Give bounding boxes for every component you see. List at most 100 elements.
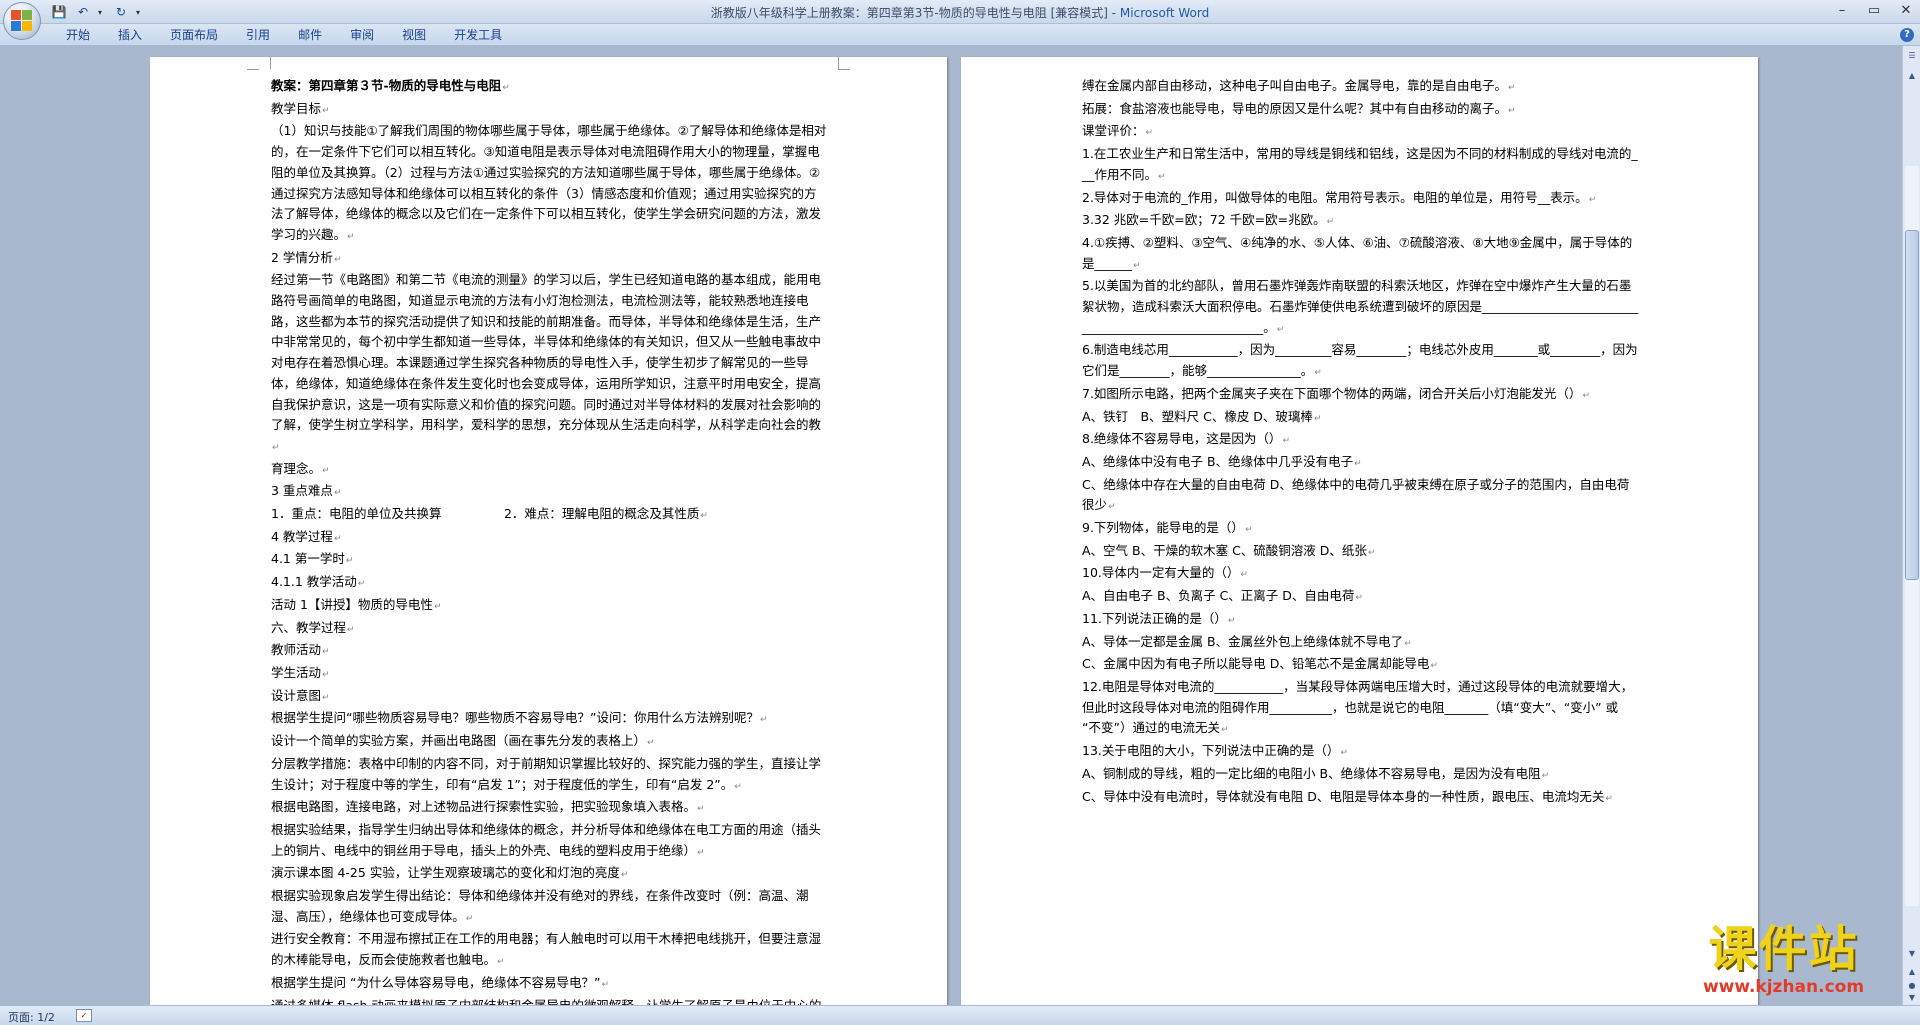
page1-paragraph: 根据实验结果，指导学生归纳出导体和绝缘体的概念，并分析导体和绝缘体在电工方面的用…	[271, 820, 828, 863]
page2-paragraph-text: 7.如图所示电路，把两个金属夹子夹在下面哪个物体的两端，闭合开关后小灯泡能发光（…	[1082, 385, 1582, 401]
page1-paragraph: 演示课本图 4-25 实验，让学生观察玻璃芯的变化和灯泡的亮度	[271, 863, 828, 886]
title-bar: 💾 ↶ ▾ ↻ ▾ 浙教版八年级科学上册教案：第四章第3节-物质的导电性与电阻 …	[0, 0, 1920, 40]
paragraph-mark-icon	[1605, 794, 1613, 804]
page1-paragraph: 4.1 第一学时	[271, 549, 828, 572]
tab-review[interactable]: 审阅	[336, 24, 388, 46]
page1-paragraph-text: 3 重点难点	[271, 483, 333, 499]
vertical-scrollbar[interactable]: ☰ ▲ ▼ ▲ ● ▼	[1902, 46, 1920, 1005]
page2-paragraph-text: 13.关于电阻的大小，下列说法中正确的是（）	[1082, 743, 1340, 759]
paragraph-mark-icon	[601, 980, 609, 990]
page1-paragraph: 根据实验现象启发学生得出结论：导体和绝缘体并没有绝对的界线，在条件改变时（例：高…	[271, 886, 828, 929]
tab-references[interactable]: 引用	[232, 24, 284, 46]
paragraph-mark-icon	[1354, 459, 1362, 469]
language-icon[interactable]: ✓	[76, 1009, 92, 1022]
scrollbar-thumb[interactable]	[1905, 230, 1919, 580]
page2-paragraph-text: 10.导体内一定有大量的（）	[1082, 565, 1240, 581]
page1-paragraph-text: （1）知识与技能①了解我们周围的物体哪些属于导体，哪些属于绝缘体。②了解导体和绝…	[271, 123, 827, 242]
crop-mark	[838, 69, 850, 81]
page2-paragraph-text: A、空气 B、干燥的软木塞 C、硫酸铜溶液 D、纸张	[1082, 542, 1367, 558]
paragraph-mark-icon	[1582, 391, 1590, 401]
page1-paragraph-text: 经过第一节《电路图》和第二节《电流的测量》的学习以后，学生已经知道电路的基本组成…	[271, 272, 822, 433]
paragraph-mark-icon	[1542, 771, 1550, 781]
paragraph-mark-icon	[1221, 725, 1229, 735]
document-page-2[interactable]: 缚在金属内部自由移动，这种电子叫自由电子。金属导电，靠的是自由电子。拓展：食盐溶…	[961, 57, 1758, 1005]
page2-paragraph: 5.以美国为首的北约部队，曾用石墨炸弹轰炸南联盟的科索沃地区，炸弹在空中爆炸产生…	[1082, 276, 1639, 340]
window-controls: – ▭ ✕	[1832, 2, 1916, 20]
page2-paragraph-text: C、金属中因为有电子所以能导电 D、铅笔芯不是金属却能导电	[1082, 656, 1430, 672]
page1-paragraph-text: 根据电路图，连接电路，对上述物品进行探索性实验，把实验现象填入表格。	[271, 799, 697, 815]
ruler-toggle-icon[interactable]: ☰	[1904, 48, 1920, 64]
page1-paragraph-text: 根据实验结果，指导学生归纳出导体和绝缘体的概念，并分析导体和绝缘体在电工方面的用…	[271, 821, 822, 858]
page2-paragraph: C、金属中因为有电子所以能导电 D、铅笔芯不是金属却能导电	[1082, 654, 1639, 677]
page2-paragraph: C、导体中没有电流时，导体就没有电阻 D、电阻是导体本身的一种性质，跟电压、电流…	[1082, 787, 1639, 810]
document-title: 浙教版八年级科学上册教案：第四章第3节-物质的导电性与电阻 [兼容模式]	[710, 6, 1108, 20]
paragraph-mark-icon	[1277, 325, 1285, 335]
page2-paragraph: 4.①疾搏、②塑料、③空气、④纯净的水、⑤人体、⑥油、⑦硫酸溶液、⑧大地⑨金属中…	[1082, 233, 1639, 276]
close-button[interactable]: ✕	[1896, 2, 1916, 20]
paragraph-mark-icon	[647, 738, 655, 748]
page1-paragraph-text: 演示课本图 4-25 实验，让学生观察玻璃芯的变化和灯泡的亮度	[271, 865, 620, 881]
ribbon-tabs: 开始 插入 页面布局 引用 邮件 审阅 视图 开发工具 ?	[0, 24, 1920, 46]
paragraph-mark-icon	[1430, 661, 1438, 671]
page2-paragraph: 6.制造电线芯用___________，因为_________容易_______…	[1082, 340, 1639, 383]
page2-paragraph-text: 6.制造电线芯用___________，因为_________容易_______…	[1082, 342, 1638, 379]
page2-paragraph: 13.关于电阻的大小，下列说法中正确的是（）	[1082, 741, 1639, 764]
paragraph-mark-icon	[322, 670, 330, 680]
paragraph-mark-icon	[502, 83, 510, 93]
minimize-button[interactable]: –	[1832, 2, 1852, 20]
page2-paragraph-text: 4.①疾搏、②塑料、③空气、④纯净的水、⑤人体、⑥油、⑦硫酸溶液、⑧大地⑨金属中…	[1082, 234, 1633, 271]
paragraph-mark-icon	[346, 556, 354, 566]
document-area[interactable]: 教案：第四章第３节-物质的导电性与电阻教学目标 （1）知识与技能①了解我们周围的物…	[0, 46, 1902, 1005]
maximize-button[interactable]: ▭	[1864, 2, 1884, 20]
paragraph-mark-icon	[322, 466, 330, 476]
tab-mailings[interactable]: 邮件	[284, 24, 336, 46]
page2-paragraph: 缚在金属内部自由移动，这种电子叫自由电子。金属导电，靠的是自由电子。	[1082, 76, 1639, 99]
paragraph-mark-icon	[697, 804, 705, 814]
page2-paragraph-text: C、绝缘体中存在大量的自由电荷 D、绝缘体中的电荷几乎被束缚在原子或分子的范围内…	[1082, 476, 1630, 513]
page-2-text: 缚在金属内部自由移动，这种电子叫自由电子。金属导电，靠的是自由电子。拓展：食盐溶…	[1082, 76, 1639, 809]
scroll-up-icon[interactable]: ▲	[1904, 68, 1920, 84]
next-page-icon[interactable]: ▼	[1904, 990, 1920, 1006]
paragraph-mark-icon	[1404, 639, 1412, 649]
page1-paragraph-text: 根据实验现象启发学生得出结论：导体和绝缘体并没有绝对的界线，在条件改变时（例：高…	[271, 888, 809, 924]
paragraph-mark-icon	[272, 443, 280, 453]
help-icon[interactable]: ?	[1900, 28, 1914, 42]
paragraph-mark-icon	[322, 106, 330, 116]
page2-paragraph: A、绝缘体中没有电子 B、绝缘体中几乎没有电子	[1082, 452, 1639, 475]
paragraph-mark-icon	[1327, 217, 1335, 227]
page1-paragraph-text: 根据学生提问“哪些物质容易导电？哪些物质不容易导电？”设问：你用什么方法辨别呢？	[271, 710, 759, 726]
tab-view[interactable]: 视图	[388, 24, 440, 46]
tab-insert[interactable]: 插入	[104, 24, 156, 46]
page1-paragraph: 3 重点难点	[271, 481, 828, 504]
page1-paragraph: （1）知识与技能①了解我们周围的物体哪些属于导体，哪些属于绝缘体。②了解导体和绝…	[271, 121, 828, 247]
page2-paragraph-text: A、绝缘体中没有电子 B、绝缘体中几乎没有电子	[1082, 453, 1354, 469]
page2-paragraph-text: A、铁钉 B、塑料尺 C、橡皮 D、玻璃棒	[1082, 408, 1313, 424]
paragraph-mark-icon	[322, 647, 330, 657]
tab-developer[interactable]: 开发工具	[440, 24, 516, 46]
page2-paragraph: A、空气 B、干燥的软木塞 C、硫酸铜溶液 D、纸张	[1082, 541, 1639, 564]
status-page-count[interactable]: 页面: 1/2	[8, 1009, 55, 1025]
page1-paragraph-text: 进行安全教育：不用湿布擦拭正在工作的用电器；有人触电时可以用干木棒把电线挑开，但…	[271, 931, 822, 968]
ribbon-tab-list: 开始 插入 页面布局 引用 邮件 审阅 视图 开发工具	[52, 24, 516, 46]
page1-paragraph: 教案：第四章第３节-物质的导电性与电阻	[271, 76, 828, 99]
office-logo-icon	[11, 10, 33, 32]
page1-paragraph-text: 教学目标	[271, 100, 322, 116]
tab-page-layout[interactable]: 页面布局	[156, 24, 232, 46]
page2-paragraph: 2.导体对于电流的_作用，叫做导体的电阻。常用符号表示。电阻的单位是，用符号__…	[1082, 188, 1639, 211]
crop-mark	[259, 57, 271, 69]
paragraph-mark-icon	[1158, 172, 1166, 182]
page2-paragraph: 7.如图所示电路，把两个金属夹子夹在下面哪个物体的两端，闭合开关后小灯泡能发光（…	[1082, 384, 1639, 407]
document-page-1[interactable]: 教案：第四章第３节-物质的导电性与电阻教学目标 （1）知识与技能①了解我们周围的物…	[150, 57, 947, 1005]
office-button[interactable]	[3, 2, 41, 40]
tab-home[interactable]: 开始	[52, 24, 104, 46]
page2-paragraph: A、导体一定都是金属 B、金属丝外包上绝缘体就不导电了	[1082, 632, 1639, 655]
page1-paragraph-text: 活动 1【讲授】物质的导电性	[271, 596, 433, 612]
page1-paragraph-text: 育理念。	[271, 460, 322, 476]
page1-paragraph: 根据电路图，连接电路，对上述物品进行探索性实验，把实验现象填入表格。	[271, 797, 828, 820]
page2-paragraph: 1.在工农业生产和日常生活中，常用的导线是铜线和铝线，这是因为不同的材料制成的导…	[1082, 144, 1639, 187]
paragraph-mark-icon	[700, 511, 708, 521]
page2-paragraph-text: 3.32 兆欧=千欧=欧；72 千欧=欧=兆欧。	[1082, 212, 1326, 228]
page1-paragraph: 教师活动	[271, 640, 828, 663]
scroll-down-icon[interactable]: ▼	[1904, 946, 1920, 962]
page2-paragraph-text: A、自由电子 B、负离子 C、正离子 D、自由电荷	[1082, 588, 1355, 604]
